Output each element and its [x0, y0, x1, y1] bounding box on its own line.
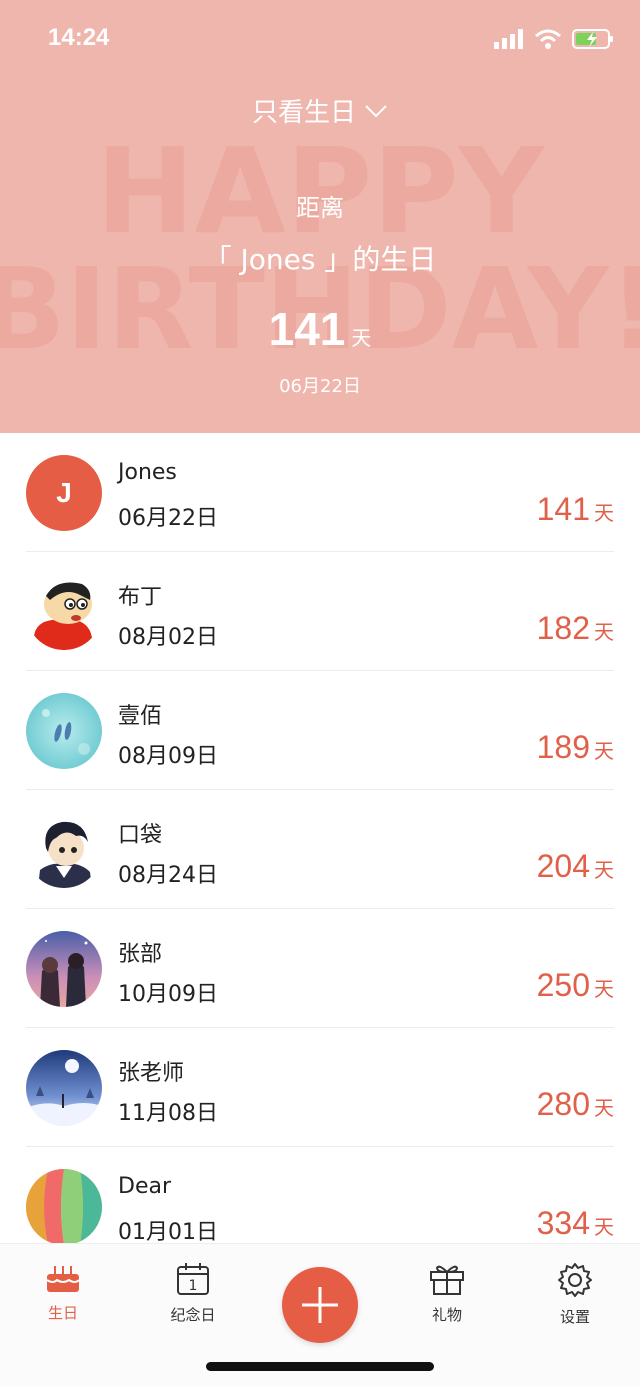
- person-name: 口袋: [118, 823, 163, 848]
- avatar-initial: J: [56, 477, 72, 508]
- days-count: 280 天: [537, 1086, 614, 1123]
- birthday-list: J Jones 06月22日 141 天 布丁 08月02日 182 天 壹佰 …: [0, 433, 640, 1266]
- gift-icon: [430, 1265, 464, 1295]
- person-date: 06月22日: [118, 506, 218, 531]
- countdown-days: 141 天: [0, 302, 640, 356]
- tab-label: 生日: [47, 1304, 78, 1322]
- days-unit: 天: [594, 1096, 614, 1120]
- person-name: 张老师: [118, 1061, 185, 1086]
- person-name: Jones: [118, 460, 177, 485]
- calendar-icon: 1: [177, 1263, 209, 1295]
- target-name: Jones: [240, 243, 316, 276]
- status-time: 14:24: [48, 24, 110, 51]
- tab-label: 设置: [559, 1308, 590, 1326]
- header-banner: HAPPY BIRTHDAY! 14:24 只看生日 距离 「 Jones 」的…: [0, 0, 640, 433]
- days-count: 334 天: [537, 1205, 614, 1242]
- cartoon-boy-avatar: [26, 574, 102, 650]
- days-unit: 天: [594, 620, 614, 644]
- tab-birthday[interactable]: 生日: [18, 1262, 108, 1323]
- days-count: 141 天: [537, 491, 614, 528]
- tab-label: 礼物: [431, 1306, 462, 1324]
- days-unit: 天: [594, 501, 614, 525]
- person-date: 10月09日: [118, 982, 218, 1007]
- days-number: 141: [536, 491, 590, 527]
- days-count: 204 天: [537, 848, 614, 885]
- list-item[interactable]: 口袋 08月24日 204 天: [0, 790, 640, 909]
- list-item[interactable]: 张部 10月09日 250 天: [0, 909, 640, 1028]
- letter-j-avatar: J: [26, 455, 102, 531]
- list-item[interactable]: 张老师 11月08日 280 天: [0, 1028, 640, 1147]
- anime-boy-avatar: [26, 812, 102, 888]
- person-date: 08月24日: [118, 863, 218, 888]
- days-unit: 天: [594, 858, 614, 882]
- wifi-icon: [535, 29, 561, 49]
- plus-icon: [302, 1287, 338, 1323]
- gear-icon: [558, 1263, 592, 1297]
- balloon-avatar: [26, 1169, 102, 1245]
- days-number: 204: [536, 848, 590, 884]
- person-name: 布丁: [118, 585, 163, 610]
- tab-settings[interactable]: 设置: [530, 1262, 620, 1327]
- days-number: 250: [536, 967, 590, 1003]
- tab-gift[interactable]: 礼物: [402, 1262, 492, 1325]
- svg-text:1: 1: [189, 1278, 198, 1294]
- anime-couple-avatar: [26, 931, 102, 1007]
- filter-dropdown[interactable]: 只看生日: [0, 92, 640, 129]
- chevron-down-icon: [365, 104, 387, 117]
- signal-icon: [494, 29, 523, 49]
- countdown-date: 06月22日: [279, 376, 361, 397]
- list-item[interactable]: 壹佰 08月09日 189 天: [0, 671, 640, 790]
- countdown-number: 141: [268, 303, 346, 355]
- days-unit: 天: [594, 739, 614, 763]
- battery-icon: [572, 29, 613, 49]
- person-name: 壹佰: [118, 704, 163, 729]
- night-snow-avatar: [26, 1050, 102, 1126]
- days-number: 182: [536, 610, 590, 646]
- target-suffix: 」的生日: [315, 243, 437, 276]
- sea-avatar: [26, 693, 102, 769]
- countdown-unit: 天: [351, 326, 372, 350]
- add-button[interactable]: [282, 1267, 358, 1343]
- filter-label: 只看生日: [251, 98, 356, 128]
- person-date: 11月08日: [118, 1101, 218, 1126]
- days-unit: 天: [594, 1215, 614, 1239]
- days-count: 250 天: [537, 967, 614, 1004]
- cake-icon: [46, 1266, 80, 1292]
- person-date: 01月01日: [118, 1220, 218, 1245]
- days-number: 334: [536, 1205, 590, 1241]
- home-indicator[interactable]: [206, 1362, 434, 1371]
- person-date: 08月09日: [118, 744, 218, 769]
- days-number: 189: [536, 729, 590, 765]
- person-date: 08月02日: [118, 625, 218, 650]
- list-item[interactable]: 布丁 08月02日 182 天: [0, 552, 640, 671]
- list-item[interactable]: J Jones 06月22日 141 天: [0, 433, 640, 552]
- target-prefix: 「: [203, 243, 241, 276]
- person-name: Dear: [118, 1174, 172, 1199]
- days-unit: 天: [594, 977, 614, 1001]
- tab-anniversary[interactable]: 1 纪念日: [148, 1262, 238, 1325]
- days-count: 189 天: [537, 729, 614, 766]
- tab-label: 纪念日: [170, 1306, 216, 1324]
- status-icons: [494, 28, 614, 50]
- person-name: 张部: [118, 942, 163, 967]
- target-line: 「 Jones 」的生日: [0, 238, 640, 278]
- days-count: 182 天: [537, 610, 614, 647]
- distance-label: 距离: [296, 194, 344, 222]
- days-number: 280: [536, 1086, 590, 1122]
